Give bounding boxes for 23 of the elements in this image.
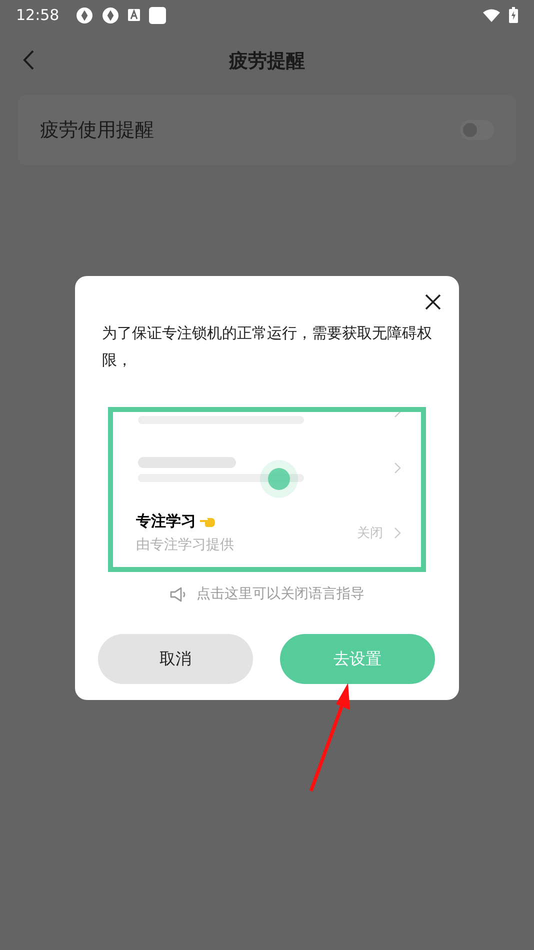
aperture-icon [102, 6, 120, 24]
aperture-icon [76, 6, 94, 24]
permission-message: 为了保证专注锁机的正常运行，需要获取无障碍权限， [101, 323, 433, 371]
speaker-icon [170, 587, 186, 602]
chevron-right-icon [394, 462, 401, 474]
notification-icon [149, 6, 166, 24]
wifi-icon [483, 8, 500, 22]
battery-icon [509, 7, 518, 23]
pointing-hand-icon [200, 516, 216, 527]
status-time: 12:58 [16, 4, 60, 26]
back-icon [22, 50, 34, 70]
app-provider: 由专注学习提供 [136, 536, 234, 555]
cancel-button[interactable]: 取消 [98, 634, 253, 684]
close-icon [425, 294, 441, 310]
status-text: 关闭 [357, 525, 383, 543]
setting-label: 疲劳使用提醒 [40, 118, 155, 143]
chevron-right-icon [394, 527, 401, 539]
close-button[interactable] [424, 293, 442, 311]
app-icon [128, 9, 140, 21]
touch-indicator-icon [260, 460, 298, 498]
voice-guide-hint: 点击这里可以关闭语言指导 [196, 585, 364, 604]
page-title: 疲劳提醒 [229, 48, 305, 74]
app-name: 专注学习 [136, 511, 196, 532]
